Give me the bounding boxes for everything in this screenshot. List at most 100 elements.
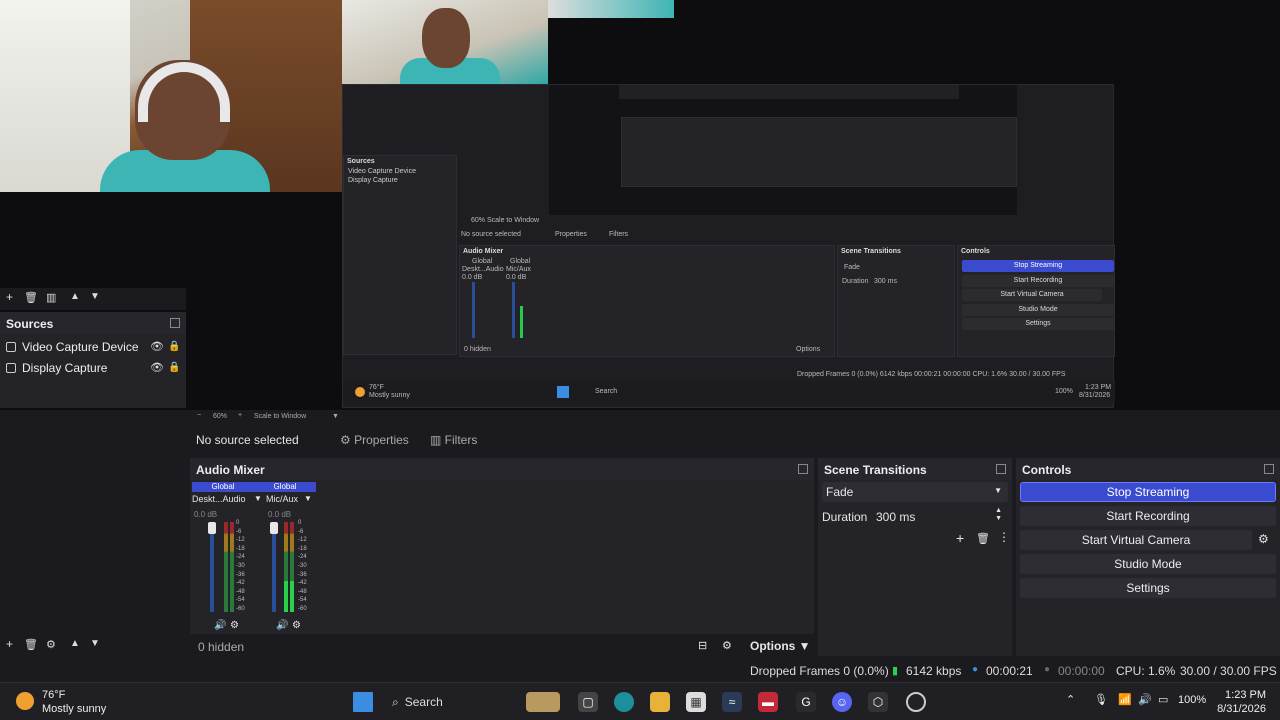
discord-icon[interactable]: ☺ <box>832 692 852 712</box>
microphone-icon[interactable]: 🎙 <box>1094 693 1108 706</box>
edge-icon[interactable] <box>614 692 634 712</box>
preview-zoom-bar: − 60% + Scale to Window ▼ <box>0 410 1280 424</box>
nested-date: 8/31/2026 <box>1079 392 1111 399</box>
controls-title: Controls <box>1016 458 1280 480</box>
meter-scale-tick: -6 <box>298 528 304 535</box>
stepper-icon[interactable]: ▲ ▼ <box>995 507 1002 523</box>
battery-icon[interactable]: ▭ <box>1158 693 1168 706</box>
nested-weather-desc: Mostly sunny <box>369 392 410 399</box>
gear-icon[interactable]: ⚙ <box>1258 532 1269 546</box>
task-view-icon[interactable]: ▢ <box>578 692 598 712</box>
mixer-footer: 0 hidden ⊟ ⚙ Options ▼ <box>190 636 814 656</box>
meter-scale: 0 -6 -12 -18 -24 -30 -36 -42 -48 -54 -60 <box>298 520 307 615</box>
properties-button[interactable]: ⚙ Properties <box>340 433 409 447</box>
volume-slider[interactable] <box>208 522 216 534</box>
lock-icon[interactable]: 🔒 <box>168 362 180 373</box>
volume-icon[interactable]: 🔊 <box>1138 693 1152 706</box>
settings-button[interactable]: Settings <box>1020 578 1276 598</box>
duration-input[interactable]: 300 ms ▲ ▼ <box>872 506 1008 526</box>
add-icon[interactable]: + <box>6 290 13 304</box>
dock-icon[interactable] <box>996 464 1006 474</box>
steam-icon[interactable]: ≈ <box>722 692 742 712</box>
eye-icon[interactable]: 👁 <box>150 340 164 353</box>
move-down-icon[interactable]: ▼ <box>90 638 100 649</box>
meter-scale-tick: -24 <box>298 554 307 561</box>
add-icon[interactable]: + <box>6 637 13 651</box>
nested-options: Options <box>796 346 821 353</box>
move-up-icon[interactable]: ▲ <box>70 291 80 302</box>
duration-label: Duration <box>822 510 868 524</box>
meter-scale-tick: -12 <box>236 537 245 544</box>
meter-level <box>284 580 288 612</box>
layout-icon[interactable]: ⊟ <box>698 639 707 652</box>
eye-icon[interactable]: 👁 <box>150 361 164 374</box>
add-icon[interactable]: + <box>956 530 964 546</box>
app-g-icon[interactable]: G <box>796 692 816 712</box>
nested-deep-panel <box>621 117 1017 187</box>
nested-audio-mixer: Audio Mixer Global Global Deskt...Audio … <box>459 245 835 357</box>
start-recording-button[interactable]: Start Recording <box>1020 506 1276 526</box>
monitor-icon <box>6 363 16 373</box>
dock-icon[interactable] <box>170 318 180 328</box>
move-up-icon[interactable]: ▲ <box>70 638 80 649</box>
studio-mode-button[interactable]: Studio Mode <box>1020 554 1276 574</box>
app-cube-icon[interactable]: ⬡ <box>868 692 888 712</box>
obs-icon[interactable] <box>906 692 926 712</box>
more-icon[interactable]: ⋮ <box>998 530 1010 544</box>
filter-icon[interactable]: ▥ <box>46 291 56 304</box>
meter-scale-tick: -12 <box>298 537 307 544</box>
source-item-display-capture[interactable]: Display Capture <box>6 361 107 375</box>
record-icon: ● <box>1044 664 1051 675</box>
trash-icon[interactable]: 🗑 <box>976 532 990 545</box>
speaker-icon[interactable]: 🔊 <box>276 620 288 631</box>
filters-button[interactable]: ▥ Filters <box>430 433 477 447</box>
nested-status: Dropped Frames 0 (0.0%) 6142 kbps 00:00:… <box>797 371 1066 378</box>
nested-start-virtual-camera: Start Virtual Camera <box>962 289 1102 301</box>
speaker-icon[interactable]: 🔊 <box>214 620 226 631</box>
store-icon[interactable]: ▦ <box>686 692 706 712</box>
lock-icon[interactable]: 🔒 <box>168 341 180 352</box>
nested-preview <box>549 85 1017 215</box>
dock-icon[interactable] <box>798 464 808 474</box>
volume-meter <box>230 522 234 612</box>
gear-icon[interactable]: ⚙ <box>722 639 732 652</box>
chevron-down-icon[interactable]: ▼ <box>304 494 312 503</box>
preview-canvas[interactable]: Sources Video Capture Device Display Cap… <box>0 0 1280 410</box>
gear-icon[interactable]: ⚙ <box>230 620 239 631</box>
start-virtual-camera-button[interactable]: Start Virtual Camera <box>1020 530 1252 550</box>
obs-window: Sources Video Capture Device Display Cap… <box>0 0 1280 720</box>
source-item-video-capture[interactable]: Video Capture Device <box>6 340 139 354</box>
dock-icon[interactable] <box>1264 464 1274 474</box>
trash-icon[interactable]: 🗑 <box>24 291 38 304</box>
nested-no-source: No source selected <box>461 231 521 238</box>
nested-start-recording: Start Recording <box>962 275 1114 287</box>
nested-battery: 100% <box>1055 388 1073 395</box>
meter-scale-tick: -42 <box>298 580 307 587</box>
file-explorer-icon[interactable] <box>650 692 670 712</box>
chevron-down-icon[interactable]: ▼ <box>332 413 339 420</box>
clock[interactable]: 1:23 PM 8/31/2026 <box>1217 688 1266 716</box>
gear-icon[interactable]: ⚙ <box>46 638 56 651</box>
nested-duration-value: 300 ms <box>874 278 897 285</box>
transition-select[interactable]: Fade ▼ <box>822 482 1008 502</box>
scale-to-window[interactable]: Scale to Window <box>254 413 306 420</box>
chevron-up-icon[interactable]: ⌃ <box>1066 693 1075 706</box>
channel-db: 0.0 dB <box>268 510 292 519</box>
meter-scale-tick: 0 <box>298 520 302 526</box>
search-icon: ⌕ <box>392 694 399 709</box>
sources-title: Sources <box>0 312 186 334</box>
zoom-in-icon[interactable]: + <box>238 412 242 419</box>
trash-icon[interactable]: 🗑 <box>24 638 38 651</box>
volume-slider[interactable] <box>270 522 278 534</box>
windows-start-icon[interactable] <box>353 692 373 712</box>
options-button[interactable]: Options ▼ <box>750 639 811 653</box>
signal-icon: ▮ <box>892 665 899 677</box>
wifi-icon[interactable]: 📶 <box>1118 693 1132 706</box>
search-highlight-icon[interactable] <box>526 692 560 712</box>
stop-streaming-button[interactable]: Stop Streaming <box>1020 482 1276 502</box>
app-red-icon[interactable]: ▬ <box>758 692 778 712</box>
move-down-icon[interactable]: ▼ <box>90 291 100 302</box>
zoom-out-icon[interactable]: − <box>197 412 201 419</box>
nested-windows-icon <box>557 386 569 398</box>
gear-icon[interactable]: ⚙ <box>292 620 301 631</box>
